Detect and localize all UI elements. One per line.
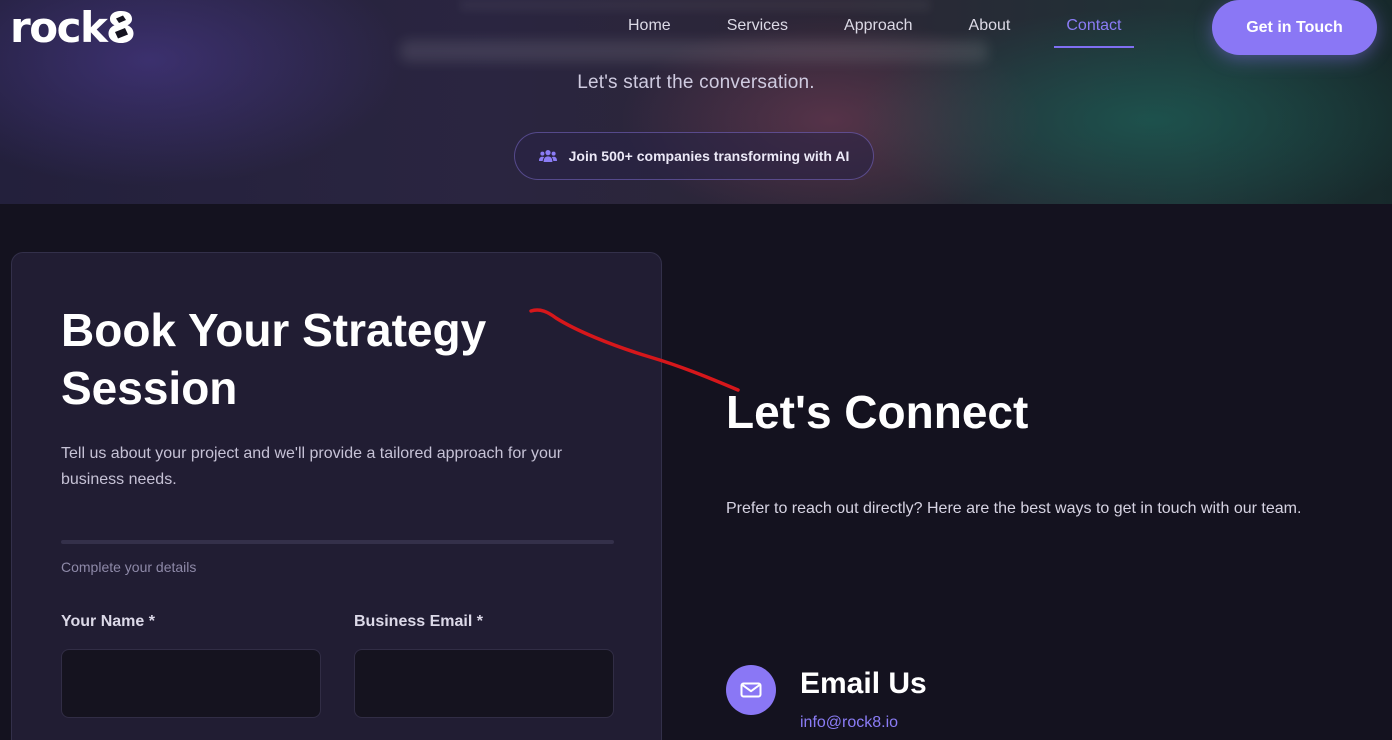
nav-about[interactable]: About: [969, 0, 1011, 52]
nav-home[interactable]: Home: [628, 0, 671, 52]
hero-subtitle: Let's start the conversation.: [577, 72, 815, 93]
connect-title: Let's Connect: [726, 386, 1029, 438]
nav-contact[interactable]: Contact: [1054, 0, 1134, 52]
social-proof-text: Join 500+ companies transforming with AI: [568, 148, 850, 164]
email-field-label: Business Email *: [354, 613, 483, 630]
business-email-input[interactable]: [354, 649, 614, 718]
email-address-link[interactable]: info@rock8.io: [800, 714, 898, 732]
connect-description: Prefer to reach out directly? Here are t…: [726, 500, 1302, 517]
name-field-label: Your Name *: [61, 613, 155, 630]
form-step-label: Complete your details: [61, 559, 197, 575]
social-proof-badge: Join 500+ companies transforming with AI: [514, 132, 874, 180]
form-title: Book Your Strategy Session: [61, 304, 487, 414]
users-icon: [538, 149, 557, 163]
envelope-icon: [726, 665, 776, 715]
main-nav: Home Services Approach About Contact: [600, 0, 1150, 52]
brand-logo[interactable]: rock: [10, 4, 135, 52]
form-progress-divider: [61, 540, 614, 544]
nav-approach[interactable]: Approach: [844, 0, 913, 52]
email-us-heading: Email Us: [800, 667, 927, 700]
strategy-session-form-card: Book Your Strategy Session Tell us about…: [11, 252, 662, 740]
get-in-touch-button[interactable]: Get in Touch: [1212, 0, 1377, 55]
name-input[interactable]: [61, 649, 321, 718]
logo-wordmark: rock: [10, 3, 108, 52]
logo-eight-icon: [107, 10, 135, 49]
form-description: Tell us about your project and we'll pro…: [61, 445, 563, 488]
nav-services[interactable]: Services: [727, 0, 788, 52]
